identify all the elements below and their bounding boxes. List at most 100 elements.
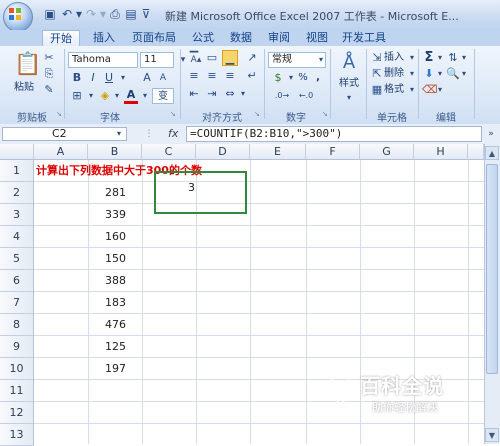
cell-b9[interactable]: 125 [88,336,126,358]
cell-c2-result[interactable]: 3 [188,181,195,194]
row-header-3[interactable]: 3 [0,204,34,226]
format-cells-button[interactable]: 格式 [384,82,408,98]
row-header-11[interactable]: 11 [0,380,34,402]
phonetic-button[interactable]: 变 [152,88,174,104]
delete-dropdown-icon[interactable]: ▾ [408,66,416,82]
paste-icon[interactable]: 📋 [14,52,41,78]
selected-cell-highlight[interactable] [154,171,247,214]
fill-icon[interactable]: ⬇ [422,66,436,82]
increase-decimal-icon[interactable]: .0→ [272,88,292,104]
borders-icon[interactable]: ⊞ [70,88,84,104]
insert-dropdown-icon[interactable]: ▾ [408,50,416,66]
tab-developer[interactable]: 开发工具 [339,30,389,46]
align-left-icon[interactable]: ≡ [186,68,202,84]
save-icon[interactable]: ▣ [43,7,57,21]
row-header-12[interactable]: 12 [0,402,34,424]
column-header-c[interactable]: C [142,144,196,160]
insert-cells-icon[interactable]: ⇲ [370,50,384,66]
align-top-icon[interactable]: ▔ [186,50,202,66]
print-preview-icon[interactable]: ⎙ [108,7,122,21]
merge-center-icon[interactable]: ⇔ [222,86,238,102]
tab-data[interactable]: 数据 [224,30,258,46]
cell-b8[interactable]: 476 [88,314,126,336]
cell-b2[interactable]: 281 [88,182,126,204]
customize-qat-icon[interactable]: ⊽ [139,7,153,21]
formula-input[interactable]: =COUNTIF(B2:B10,">300") [186,126,482,142]
paste-button-label[interactable]: 粘贴 [10,80,38,96]
scroll-up-icon[interactable]: ▲ [485,146,499,160]
font-size-box[interactable]: 11 [140,52,174,68]
select-all-corner[interactable] [0,144,34,160]
merge-dropdown-icon[interactable]: ▾ [238,86,248,102]
italic-icon[interactable]: I [86,70,100,86]
cell-b4[interactable]: 160 [88,226,126,248]
row-header-13[interactable]: 13 [0,424,34,446]
column-header-d[interactable]: D [196,144,250,160]
styles-icon[interactable]: Å [338,52,360,74]
increase-indent-icon[interactable]: ⇥ [204,86,220,102]
cell-b7[interactable]: 183 [88,292,126,314]
column-header-b[interactable]: B [88,144,142,160]
bold-icon[interactable]: B [70,70,84,86]
row-header-6[interactable]: 6 [0,270,34,292]
fill-dropdown-icon[interactable]: ▾ [436,66,444,82]
clear-dropdown-icon[interactable]: ▾ [436,82,444,98]
fill-color-dropdown-icon[interactable]: ▾ [112,88,122,104]
insert-cells-button[interactable]: 插入 [384,50,408,66]
expand-formula-bar-icon[interactable]: » [484,126,498,142]
find-dropdown-icon[interactable]: ▾ [460,66,468,82]
font-launcher-icon[interactable]: ↘ [170,110,178,118]
font-color-dropdown-icon[interactable]: ▾ [140,88,150,104]
column-header-f[interactable]: F [306,144,360,160]
scroll-down-icon[interactable]: ▼ [485,428,499,442]
align-center-icon[interactable]: ≡ [204,68,220,84]
row-header-2[interactable]: 2 [0,182,34,204]
row-header-9[interactable]: 9 [0,336,34,358]
orientation-icon[interactable]: ↗ [244,50,260,66]
percent-button[interactable]: % [296,70,310,86]
font-name-box[interactable]: Tahoma [68,52,138,68]
accounting-format-icon[interactable]: $ [270,70,286,86]
sort-dropdown-icon[interactable]: ▾ [460,50,468,66]
tab-view[interactable]: 视图 [300,30,334,46]
row-header-5[interactable]: 5 [0,248,34,270]
grow-font-size-icon[interactable]: A [140,70,154,86]
row-header-1[interactable]: 1 [0,160,34,182]
align-bottom-icon[interactable]: ▁ [222,50,238,66]
column-header-g[interactable]: G [360,144,414,160]
row-header-7[interactable]: 7 [0,292,34,314]
column-header-a[interactable]: A [34,144,88,160]
alignment-launcher-icon[interactable]: ↘ [254,110,262,118]
number-launcher-icon[interactable]: ↘ [322,110,330,118]
shrink-font-size-icon[interactable]: A [156,70,170,86]
cell-b6[interactable]: 388 [88,270,126,292]
underline-icon[interactable]: U [102,70,116,86]
autosum-button[interactable]: Σ [422,50,436,66]
decrease-decimal-icon[interactable]: ←.0 [296,88,316,104]
autosum-dropdown-icon[interactable]: ▾ [436,50,444,66]
borders-dropdown-icon[interactable]: ▾ [86,88,96,104]
delete-cells-icon[interactable]: ⇱ [370,66,384,82]
comma-button[interactable]: , [312,70,324,86]
column-header-partial[interactable] [468,144,484,160]
sort-filter-icon[interactable]: ⇅ [446,50,460,66]
column-header-h[interactable]: H [414,144,468,160]
underline-dropdown-icon[interactable]: ▾ [118,70,128,86]
format-painter-icon[interactable]: ✎ [42,82,56,98]
cell-b5[interactable]: 150 [88,248,126,270]
scrollbar-thumb[interactable] [486,164,498,374]
tab-home[interactable]: 开始 [42,30,80,46]
font-color-icon[interactable]: A [124,88,138,104]
row-header-4[interactable]: 4 [0,226,34,248]
delete-cells-button[interactable]: 删除 [384,66,408,82]
copy-icon[interactable]: ⎘ [42,66,56,82]
tab-review[interactable]: 审阅 [262,30,296,46]
tab-formulas[interactable]: 公式 [186,30,220,46]
tab-page-layout[interactable]: 页面布局 [125,30,183,46]
accounting-dropdown-icon[interactable]: ▾ [286,70,296,86]
fill-color-icon[interactable]: ◈ [98,88,112,104]
tab-insert[interactable]: 插入 [86,30,122,46]
name-box-dropdown-icon[interactable]: ▾ [114,126,124,142]
column-header-e[interactable]: E [250,144,306,160]
decrease-indent-icon[interactable]: ⇤ [186,86,202,102]
